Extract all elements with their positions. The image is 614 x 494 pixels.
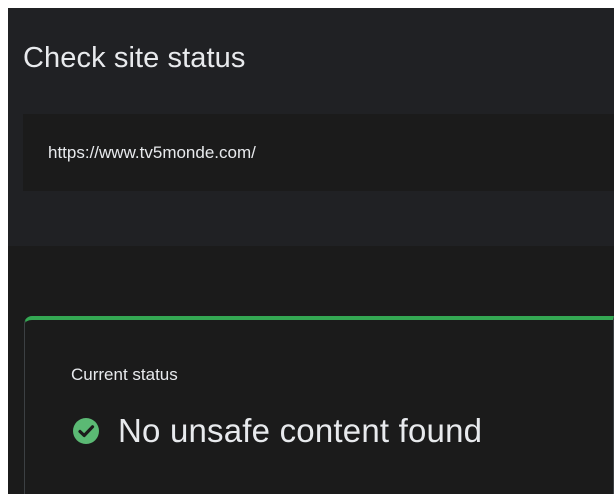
status-result-text: No unsafe content found [118, 412, 483, 449]
site-status-panel: Check site status https://www.tv5monde.c… [8, 8, 614, 494]
status-result-row: No unsafe content found [72, 412, 482, 450]
check-circle-icon [72, 417, 100, 445]
site-status-header-section: Check site status https://www.tv5monde.c… [8, 8, 614, 246]
page-title: Check site status [23, 42, 246, 74]
page: Check site status https://www.tv5monde.c… [0, 0, 614, 494]
status-card: Current status No unsafe content found [24, 316, 614, 494]
url-input[interactable]: https://www.tv5monde.com/ [23, 114, 614, 191]
current-status-label: Current status [71, 365, 178, 384]
